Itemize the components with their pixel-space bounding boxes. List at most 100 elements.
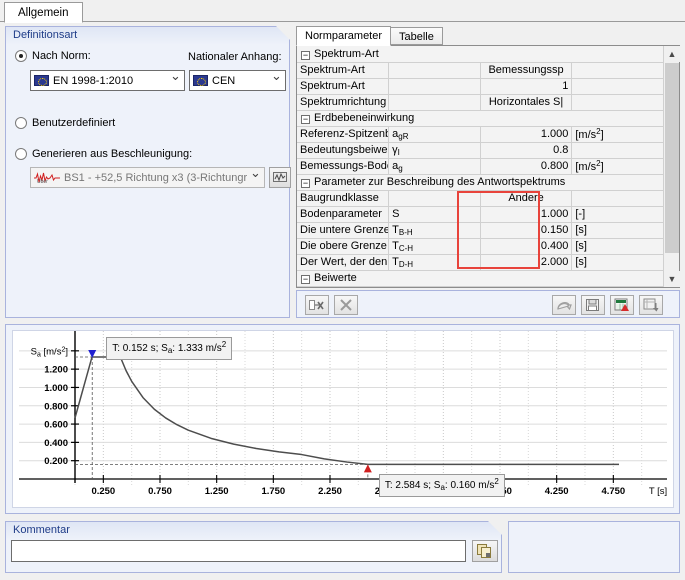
grid-cell-unit: [s]: [571, 254, 664, 271]
excel-export-button[interactable]: [610, 295, 634, 315]
grid-vertical-scrollbar[interactable]: ▲ ▼: [663, 46, 680, 287]
grid-cell-value[interactable]: 1: [480, 78, 573, 95]
normparameter-panel: Normparameter Tabelle − Spektrum-Art Spekt…: [296, 26, 680, 318]
chevron-down-icon[interactable]: ▼: [664, 271, 680, 287]
grid-cell-name: Baugrundklasse: [297, 190, 390, 207]
grid-toolbar: [296, 290, 680, 318]
table-row[interactable]: Die untere Grenze des BereTB-H0.150[s]: [297, 222, 664, 239]
radio-nach-norm-label: Nach Norm:: [32, 50, 91, 62]
grid-cell-value[interactable]: 1.000: [480, 126, 573, 143]
excel-import-button[interactable]: [639, 295, 663, 315]
table-row[interactable]: Spektrum-Art 1: [297, 78, 664, 95]
svg-text:Uber: Uber: [37, 179, 48, 184]
table-row[interactable]: Referenz-SpitzenbodenbesçagR1.000[m/s2]: [297, 126, 664, 143]
excel-export-icon: [614, 298, 629, 311]
chevron-down-icon[interactable]: [268, 70, 285, 91]
insert-row-icon: [309, 300, 324, 310]
grid-cell-symbol: agR: [388, 126, 481, 143]
radio-generieren-label: Generieren aus Beschleunigung:: [32, 148, 193, 160]
grid-cell-symbol: [388, 190, 481, 207]
tail-marker-tooltip: T: 2.584 s; Sa: 0.160 m/s2: [378, 474, 505, 498]
tab-normparameter[interactable]: Normparameter: [296, 26, 392, 46]
collapse-icon[interactable]: −: [301, 275, 310, 284]
table-row[interactable]: Der Wert, der den Beginn dTD-H2.000[s]: [297, 254, 664, 271]
import-button[interactable]: [552, 295, 576, 315]
chevron-down-icon[interactable]: [167, 70, 184, 91]
grid-group-row[interactable]: − Parameter zur Beschreibung des Antworts…: [297, 174, 664, 191]
radio-nach-norm[interactable]: Nach Norm:: [15, 50, 91, 62]
svg-text:T [s]: T [s]: [649, 486, 667, 497]
table-row[interactable]: Baugrundklasse Andere: [297, 190, 664, 207]
radio-generieren-dot[interactable]: [15, 148, 27, 160]
table-row[interactable]: Spektrum-Art Bemessungssp: [297, 62, 664, 79]
definitionsart-groupbox: Definitionsart Nach Norm: Nationaler Anh…: [5, 26, 291, 318]
radio-generieren[interactable]: Generieren aus Beschleunigung:: [15, 148, 192, 160]
grid-group-label: − Erdbebeneinwirkung: [297, 110, 664, 127]
collapse-icon[interactable]: −: [301, 50, 310, 60]
kommentar-input[interactable]: [11, 540, 466, 562]
nationaler-anhang-label: Nationaler Anhang:: [188, 51, 282, 63]
insert-row-button[interactable]: [305, 295, 329, 315]
kommentar-copy-button[interactable]: [472, 540, 498, 562]
svg-text:1.200: 1.200: [44, 365, 68, 376]
grid-cell-name: Die obere Grenze des Berei: [297, 238, 390, 255]
grid-cell-name: Die untere Grenze des Bere: [297, 222, 390, 239]
grid-cell-symbol: γI: [388, 142, 481, 159]
grid-cell-value[interactable]: 1.000: [480, 206, 573, 223]
svg-text:Sa [m/s2]: Sa [m/s2]: [31, 346, 68, 358]
beschleunigung-combo-value: BS1 - +52,5 Richtung x3 (3-Richtungr: [64, 171, 247, 184]
grid-cell-name: Bedeutungsbeiwert: [297, 142, 390, 159]
beschleunigung-combo[interactable]: Uber BS1 - +52,5 Richtung x3 (3-Richtung…: [30, 167, 265, 188]
copy-icon: [477, 543, 491, 558]
accelerogram-icon: Uber: [34, 171, 60, 184]
edit-accelerogram-icon: [272, 172, 287, 182]
anhang-combo[interactable]: CEN: [189, 70, 286, 91]
grid-cell-name: Spektrum-Art: [297, 78, 390, 95]
grid-cell-unit: [571, 190, 664, 207]
tab-tabelle[interactable]: Tabelle: [390, 27, 443, 45]
spectrum-chart-panel: Sa [m/s2] 1.200 1.000 0.800 0.600 0.400 0.200 0…: [5, 324, 680, 514]
grid-cell-value[interactable]: Bemessungssp: [480, 62, 573, 79]
table-row[interactable]: Spektrumrichtung Horizontales S|: [297, 94, 664, 111]
collapse-icon[interactable]: −: [301, 115, 310, 124]
grid-cell-name: Spektrumrichtung: [297, 94, 390, 111]
grid-cell-value[interactable]: 2.000: [480, 254, 573, 271]
grid-cell-name: Der Wert, der den Beginn d: [297, 254, 390, 271]
scrollbar-thumb[interactable]: [665, 63, 679, 253]
table-row[interactable]: Bedeutungsbeiwert γI 0.8: [297, 142, 664, 159]
peak-marker-tooltip: T: 0.152 s; Sa: 1.333 m/s2: [106, 336, 233, 360]
grid-cell-unit: [s]: [571, 222, 664, 239]
grid-cell-value[interactable]: 0.800: [480, 158, 573, 175]
grid-group-row[interactable]: − Spektrum-Art: [297, 46, 664, 63]
grid-cell-unit: [-]: [571, 206, 664, 223]
table-row[interactable]: Bodenparameter S 1.000 [-]: [297, 206, 664, 223]
grid-cell-unit: [s]: [571, 238, 664, 255]
norm-combo[interactable]: EN 1998-1:2010: [30, 70, 185, 91]
table-row[interactable]: Bemessungs-Bodenbeschleag0.800[m/s2]: [297, 158, 664, 175]
grid-cell-value[interactable]: 0.8: [480, 142, 573, 159]
tab-allgemein[interactable]: Allgemein: [4, 2, 83, 23]
grid-cell-value[interactable]: 0.400: [480, 238, 573, 255]
delete-row-button[interactable]: [334, 295, 358, 315]
radio-benutzerdefiniert-dot[interactable]: [15, 117, 27, 129]
grid-cell-name: Bodenparameter: [297, 206, 390, 223]
chevron-up-icon[interactable]: ▲: [664, 46, 680, 62]
parameter-grid-table: − Spektrum-Art Spektrum-Art Bemessungssp Spe…: [297, 46, 664, 287]
collapse-icon[interactable]: −: [301, 179, 310, 188]
chevron-down-icon[interactable]: [247, 167, 264, 188]
radio-nach-norm-dot[interactable]: [15, 50, 27, 62]
edit-accelerogram-button[interactable]: [269, 167, 291, 188]
right-tabstrip: Normparameter Tabelle: [296, 26, 680, 46]
grid-cell-symbol: S: [388, 206, 481, 223]
grid-cell-name: Spektrum-Art: [297, 62, 390, 79]
spectrum-chart[interactable]: Sa [m/s2] 1.200 1.000 0.800 0.600 0.400 0.200 0…: [12, 330, 674, 508]
radio-benutzerdefiniert[interactable]: Benutzerdefiniert: [15, 117, 115, 129]
grid-group-row[interactable]: − Erdbebeneinwirkung: [297, 110, 664, 127]
table-row[interactable]: Die obere Grenze des BereiTC-H0.400[s]: [297, 238, 664, 255]
grid-cell-value[interactable]: 0.150: [480, 222, 573, 239]
grid-cell-value[interactable]: Horizontales S|: [480, 94, 573, 111]
parameter-grid: − Spektrum-Art Spektrum-Art Bemessungssp Spe…: [296, 45, 680, 288]
grid-group-row[interactable]: − Beiwerte: [297, 270, 664, 287]
grid-cell-value[interactable]: Andere: [480, 190, 573, 207]
save-button[interactable]: [581, 295, 605, 315]
